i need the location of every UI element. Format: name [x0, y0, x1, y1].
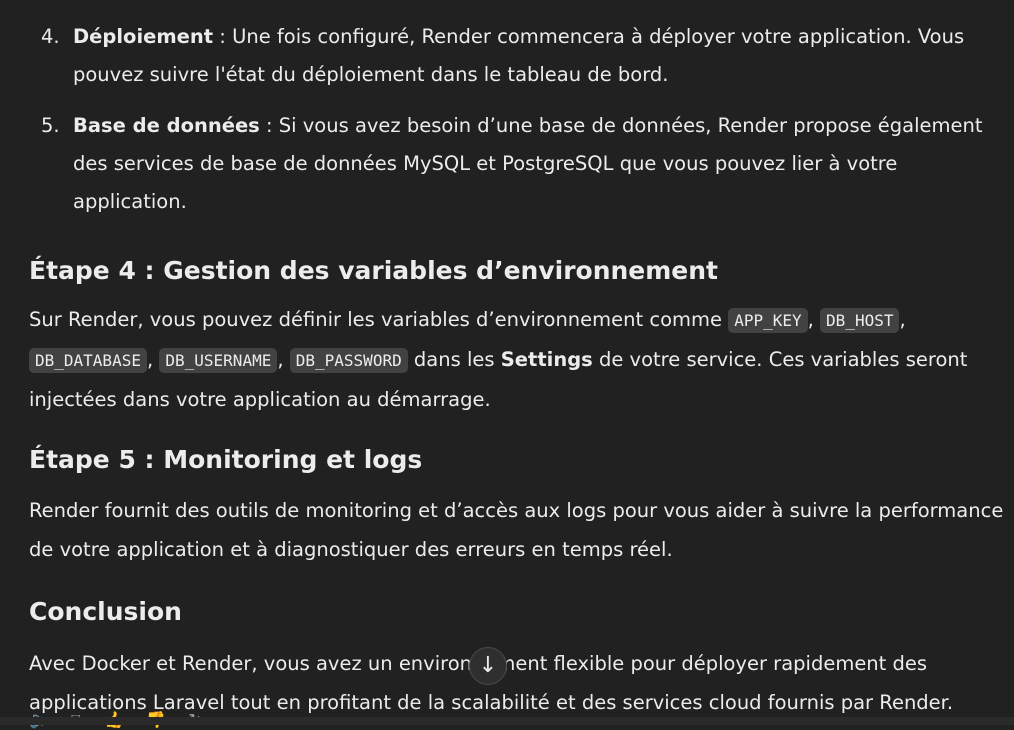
inline-code: APP_KEY [728, 308, 808, 333]
paragraph: Sur Render, vous pouvez définir les vari… [29, 300, 1004, 419]
list-item-title: Base de données [73, 114, 260, 137]
paragraph-text: Sur Render, vous pouvez définir les vari… [29, 308, 729, 331]
list-item: 5. Base de données : Si vous avez besoin… [29, 107, 1004, 221]
inline-code: DB_USERNAME [159, 348, 278, 373]
inline-code: DB_DATABASE [29, 348, 147, 373]
scroll-down-button[interactable]: ↓ [469, 647, 507, 685]
section-heading: Étape 5 : Monitoring et logs [29, 445, 423, 474]
list-item-title: Déploiement [73, 25, 214, 48]
separator: , [807, 308, 821, 331]
section-heading: Étape 4 : Gestion des variables d’enviro… [29, 256, 719, 285]
bottom-bar [0, 717, 1014, 725]
list-number: 5. [41, 114, 60, 137]
list-item: 4. Déploiement : Une fois configuré, Ren… [29, 18, 1004, 94]
inline-code: DB_PASSWORD [289, 348, 408, 373]
separator: , [899, 308, 906, 331]
paragraph: Render fournit des outils de monitoring … [29, 499, 1004, 561]
section-heading: Conclusion [29, 597, 182, 626]
inline-code: DB_HOST [820, 308, 900, 333]
arrow-down-icon: ↓ [478, 653, 498, 678]
separator: , [277, 348, 290, 371]
separator: , [146, 348, 160, 371]
list-number: 4. [41, 25, 60, 48]
paragraph-text: dans les [407, 348, 501, 371]
bold-text: Settings [500, 348, 593, 371]
chat-message: 4. Déploiement : Une fois configuré, Ren… [29, 0, 1004, 722]
